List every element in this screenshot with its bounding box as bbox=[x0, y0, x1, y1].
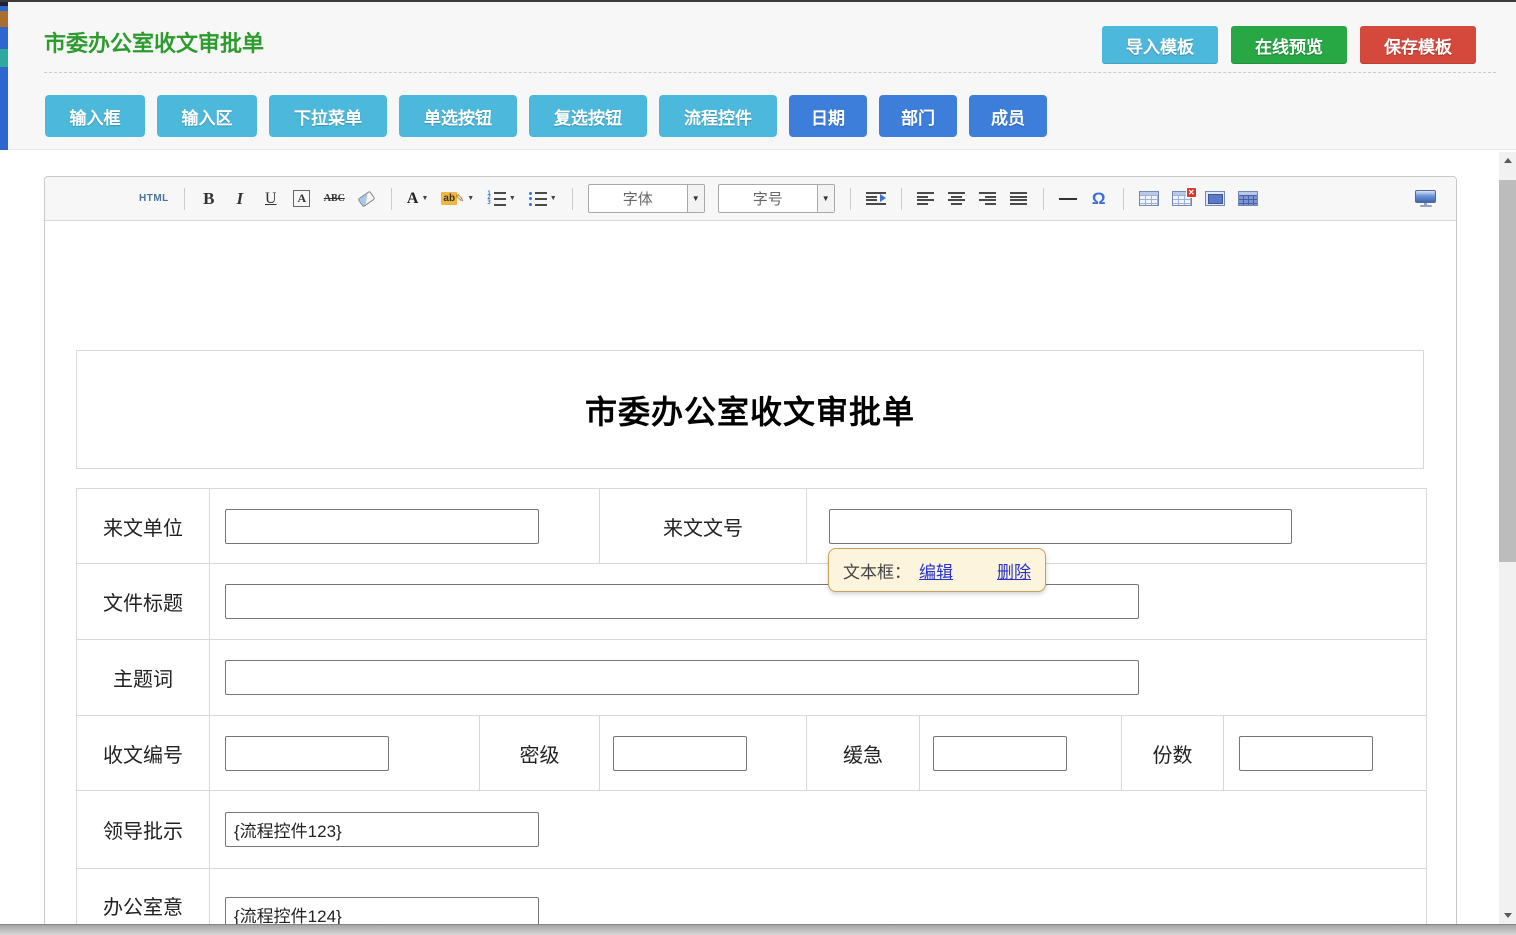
add-date-button[interactable]: 日期 bbox=[789, 95, 867, 137]
scroll-up-button[interactable] bbox=[1499, 152, 1516, 169]
label-source-unit: 来文单位 bbox=[77, 489, 210, 564]
arrow-up-icon bbox=[1504, 158, 1512, 163]
page-header: 市委办公室收文审批单 导入模板 在线预览 保存模板 输入框 输入区 下拉菜单 单… bbox=[8, 2, 1516, 150]
window-top-edge bbox=[0, 0, 1516, 2]
background-icon-fragment-2 bbox=[0, 49, 8, 67]
textbox-context-tooltip: 文本框： 编辑 删除 bbox=[828, 548, 1046, 592]
align-right-icon[interactable] bbox=[979, 185, 997, 213]
bold-icon[interactable]: B bbox=[200, 185, 218, 213]
label-receipt-number: 收文编号 bbox=[77, 716, 210, 791]
align-center-icon[interactable] bbox=[948, 185, 966, 213]
add-flow-control-button[interactable]: 流程控件 bbox=[659, 95, 777, 137]
form-title: 市委办公室收文审批单 bbox=[585, 387, 915, 433]
add-member-button[interactable]: 成员 bbox=[969, 95, 1047, 137]
caret-down-icon: ▼ bbox=[817, 185, 834, 212]
label-secrecy-level: 密级 bbox=[480, 716, 600, 791]
align-justify-icon[interactable] bbox=[1010, 185, 1028, 213]
eraser-icon[interactable] bbox=[358, 185, 376, 213]
highlight-color-icon[interactable]: ab✎▼ bbox=[441, 185, 474, 213]
toolbar-separator bbox=[391, 188, 392, 210]
toolbar-separator bbox=[850, 188, 851, 210]
unordered-list-icon[interactable]: ▼ bbox=[529, 185, 557, 213]
underline-icon[interactable]: U bbox=[262, 185, 280, 213]
strikethrough-icon[interactable]: ABC bbox=[324, 185, 345, 213]
add-textarea-button[interactable]: 输入区 bbox=[157, 95, 257, 137]
fullscreen-icon[interactable] bbox=[1415, 185, 1436, 213]
toolbar-separator bbox=[1043, 188, 1044, 210]
editor-toolbar: HTML B I U A ABC A▼ ab✎▼ 1 2 3 ▼ ▼ bbox=[45, 177, 1456, 221]
tooltip-label: 文本框： bbox=[843, 558, 911, 583]
component-toolbar: 输入框 输入区 下拉菜单 单选按钮 复选按钮 流程控件 日期 部门 成员 bbox=[45, 95, 1047, 137]
background-window-edge bbox=[0, 0, 8, 150]
add-checkbox-button[interactable]: 复选按钮 bbox=[529, 95, 647, 137]
font-color-icon[interactable]: A▼ bbox=[407, 185, 429, 213]
caret-down-icon: ▼ bbox=[550, 195, 557, 202]
toolbar-separator bbox=[572, 188, 573, 210]
horizontal-rule-icon[interactable] bbox=[1059, 185, 1077, 213]
scroll-down-button[interactable] bbox=[1499, 907, 1516, 924]
input-leader-comments[interactable] bbox=[225, 812, 539, 847]
add-radio-button[interactable]: 单选按钮 bbox=[399, 95, 517, 137]
input-urgency[interactable] bbox=[933, 736, 1067, 771]
header-divider bbox=[44, 72, 1496, 73]
table-props-icon[interactable] bbox=[1238, 185, 1258, 213]
caret-down-icon: ▼ bbox=[687, 185, 704, 212]
delete-link[interactable]: 删除 bbox=[997, 558, 1031, 583]
page-title: 市委办公室收文审批单 bbox=[44, 26, 264, 58]
background-icon-fragment bbox=[0, 11, 8, 27]
table-row: 收文编号 密级 缓急 份数 bbox=[77, 716, 1427, 791]
rich-text-editor: HTML B I U A ABC A▼ ab✎▼ 1 2 3 ▼ ▼ bbox=[44, 176, 1457, 935]
save-template-button[interactable]: 保存模板 bbox=[1360, 26, 1476, 64]
align-left-icon[interactable] bbox=[917, 185, 935, 213]
online-preview-button[interactable]: 在线预览 bbox=[1231, 26, 1347, 64]
font-size-select[interactable]: 字号 ▼ bbox=[718, 184, 835, 213]
label-leader-comments: 领导批示 bbox=[77, 791, 210, 869]
table-row: 领导批示 bbox=[77, 791, 1427, 869]
input-doc-number[interactable] bbox=[829, 509, 1292, 544]
input-source-unit[interactable] bbox=[225, 509, 539, 544]
label-urgency: 缓急 bbox=[807, 716, 920, 791]
pencil-icon: ✎ bbox=[455, 192, 464, 205]
input-keywords[interactable] bbox=[225, 660, 1139, 695]
import-template-button[interactable]: 导入模板 bbox=[1102, 26, 1218, 64]
arrow-down-icon bbox=[1504, 913, 1512, 918]
label-copies: 份数 bbox=[1122, 716, 1224, 791]
editor-content[interactable]: 市委办公室收文审批单 来文单位 来文文号 文件标题 主题词 收文编 bbox=[45, 221, 1456, 935]
toolbar-separator bbox=[184, 188, 185, 210]
toolbar-separator bbox=[1123, 188, 1124, 210]
form-title-box: 市委办公室收文审批单 bbox=[76, 350, 1424, 469]
label-doc-number: 来文文号 bbox=[600, 489, 807, 564]
caret-down-icon: ▼ bbox=[509, 195, 516, 202]
delete-table-icon[interactable] bbox=[1172, 185, 1192, 213]
table-row: 来文单位 来文文号 bbox=[77, 489, 1427, 564]
form-table: 来文单位 来文文号 文件标题 主题词 收文编号 密级 缓急 份数 bbox=[76, 488, 1427, 935]
input-receipt-number[interactable] bbox=[225, 736, 389, 771]
font-family-select[interactable]: 字体 ▼ bbox=[588, 184, 705, 213]
scrollbar-thumb[interactable] bbox=[1499, 180, 1516, 562]
table-row: 文件标题 bbox=[77, 564, 1427, 640]
italic-icon[interactable]: I bbox=[231, 185, 249, 213]
edit-link[interactable]: 编辑 bbox=[919, 558, 953, 583]
font-style-box-icon[interactable]: A bbox=[293, 185, 311, 213]
window-bottom-bar bbox=[0, 924, 1516, 935]
indent-icon[interactable] bbox=[866, 185, 886, 213]
caret-down-icon: ▼ bbox=[421, 195, 428, 202]
label-keywords: 主题词 bbox=[77, 640, 210, 716]
table-cell-props-icon[interactable] bbox=[1205, 185, 1225, 213]
label-doc-title: 文件标题 bbox=[77, 564, 210, 640]
header-actions: 导入模板 在线预览 保存模板 bbox=[1102, 26, 1476, 64]
vertical-scrollbar[interactable] bbox=[1499, 152, 1516, 924]
html-source-icon[interactable]: HTML bbox=[139, 185, 169, 213]
toolbar-separator bbox=[901, 188, 902, 210]
caret-down-icon: ▼ bbox=[467, 195, 474, 202]
add-dropdown-button[interactable]: 下拉菜单 bbox=[269, 95, 387, 137]
table-row: 主题词 bbox=[77, 640, 1427, 716]
special-char-icon[interactable]: Ω bbox=[1090, 185, 1108, 213]
add-department-button[interactable]: 部门 bbox=[879, 95, 957, 137]
input-copies[interactable] bbox=[1239, 736, 1373, 771]
add-input-box-button[interactable]: 输入框 bbox=[45, 95, 145, 137]
insert-table-icon[interactable] bbox=[1139, 185, 1159, 213]
ordered-list-icon[interactable]: 1 2 3 ▼ bbox=[487, 185, 516, 213]
input-secrecy-level[interactable] bbox=[613, 736, 747, 771]
